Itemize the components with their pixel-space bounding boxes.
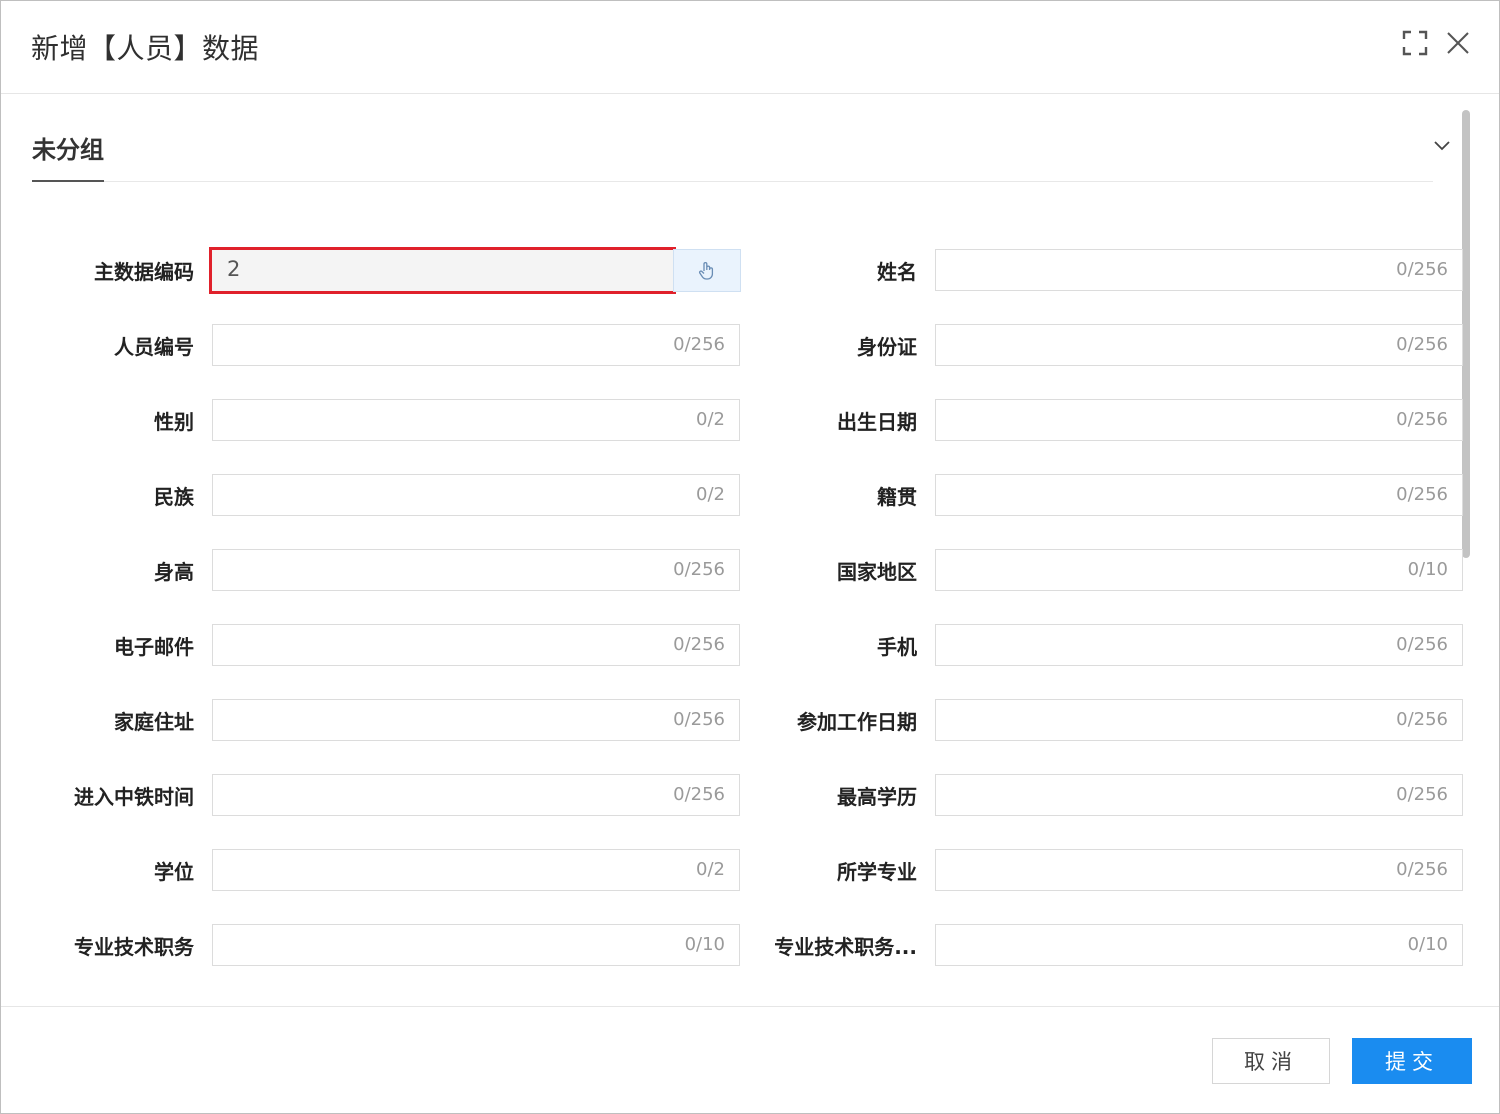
char-counter: 0/10 — [1407, 934, 1448, 955]
form-body: 未分组 主数据编码 2 人员编号 0/256 性别 0/2 民族 0/2 身高 0/256 电子… — [1, 94, 1499, 1006]
field-label: 籍贯 — [877, 485, 917, 509]
group-title-underline — [32, 180, 104, 182]
field-label: 身份证 — [857, 335, 917, 359]
char-counter: 0/10 — [1407, 559, 1448, 580]
char-counter: 0/256 — [1396, 709, 1448, 730]
field-label: 参加工作日期 — [797, 710, 917, 734]
chevron-down-icon[interactable] — [1431, 134, 1453, 156]
text-input[interactable]: 0/256 — [935, 699, 1463, 741]
field-label: 专业技术职务... — [774, 935, 917, 959]
group-divider — [32, 181, 1433, 182]
close-icon[interactable] — [1445, 30, 1471, 56]
fields_right-field: 姓名 0/256 — [1, 249, 1500, 291]
field-label: 出生日期 — [837, 410, 917, 434]
char-counter: 0/256 — [1396, 484, 1448, 505]
char-counter: 0/256 — [1396, 409, 1448, 430]
char-counter: 0/256 — [1396, 634, 1448, 655]
fields_right-field: 参加工作日期 0/256 — [1, 699, 1500, 741]
text-input[interactable]: 0/256 — [935, 774, 1463, 816]
field-label: 姓名 — [877, 260, 917, 284]
text-input[interactable]: 0/256 — [935, 849, 1463, 891]
fields_right-field: 所学专业 0/256 — [1, 849, 1500, 891]
dialog-title: 新增【人员】数据 — [31, 32, 260, 65]
fields_right-field: 专业技术职务... 0/10 — [1, 924, 1500, 966]
char-counter: 0/256 — [1396, 784, 1448, 805]
submit-button[interactable]: 提交 — [1352, 1038, 1472, 1084]
char-counter: 0/256 — [1396, 259, 1448, 280]
text-input[interactable]: 0/256 — [935, 249, 1463, 291]
fields_right-field: 手机 0/256 — [1, 624, 1500, 666]
field-label: 国家地区 — [837, 560, 917, 584]
fields_right-field: 出生日期 0/256 — [1, 399, 1500, 441]
text-input[interactable]: 0/256 — [935, 324, 1463, 366]
maximize-icon[interactable] — [1402, 30, 1428, 56]
field-label: 手机 — [877, 635, 917, 659]
text-input[interactable]: 0/256 — [935, 624, 1463, 666]
char-counter: 0/256 — [1396, 859, 1448, 880]
text-input[interactable]: 0/10 — [935, 549, 1463, 591]
dialog-footer: 取消 提交 — [1, 1006, 1499, 1114]
field-label: 所学专业 — [837, 860, 917, 884]
fields_right-field: 籍贯 0/256 — [1, 474, 1500, 516]
cancel-button[interactable]: 取消 — [1212, 1038, 1330, 1084]
dialog: 新增【人员】数据 未分组 主数据编码 2 人员编号 0/256 性别 0/2 民… — [0, 0, 1500, 1114]
field-label: 最高学历 — [837, 785, 917, 809]
text-input[interactable]: 0/256 — [935, 474, 1463, 516]
char-counter: 0/256 — [1396, 334, 1448, 355]
fields_right-field: 国家地区 0/10 — [1, 549, 1500, 591]
fields_right-field: 最高学历 0/256 — [1, 774, 1500, 816]
dialog-header: 新增【人员】数据 — [1, 1, 1499, 94]
group-title: 未分组 — [32, 136, 104, 164]
fields_right-field: 身份证 0/256 — [1, 324, 1500, 366]
text-input[interactable]: 0/10 — [935, 924, 1463, 966]
text-input[interactable]: 0/256 — [935, 399, 1463, 441]
